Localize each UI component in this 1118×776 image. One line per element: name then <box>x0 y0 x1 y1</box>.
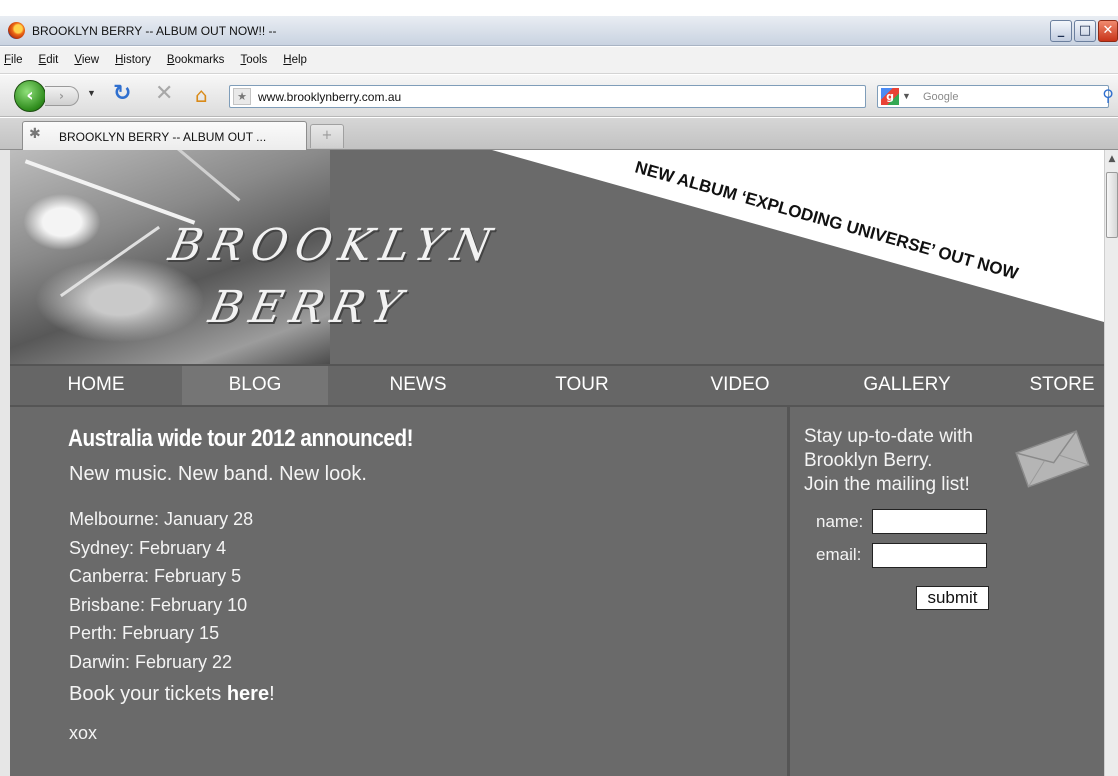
tour-date: Canberra: February 5 <box>69 566 242 586</box>
menu-edit[interactable]: Edit <box>39 54 59 66</box>
envelope-icon <box>1015 430 1090 488</box>
window-controls: _ □ ✕ <box>1050 20 1118 42</box>
search-bar[interactable]: g ▼ Google ⚲ <box>877 85 1114 108</box>
menu-help[interactable]: Help <box>283 54 307 66</box>
scrollbar-thumb[interactable] <box>1106 172 1118 238</box>
home-icon[interactable]: ⌂ <box>195 83 208 107</box>
window-titlebar: BROOKLYN BERRY -- ALBUM OUT NOW!! -- _ □… <box>0 16 1118 46</box>
tour-date: Perth: February 15 <box>69 623 220 643</box>
back-arrow-icon[interactable]: ‹ <box>14 80 46 112</box>
banner-strip <box>492 150 1104 322</box>
history-dropdown-icon[interactable]: ▼ <box>87 88 96 98</box>
nav-home[interactable]: HOME <box>10 366 182 405</box>
mailing-list-signup: Stay up-to-date with Brooklyn Berry. Joi… <box>790 407 1104 776</box>
nav-store[interactable]: STORE <box>1020 366 1104 405</box>
nav-news[interactable]: NEWS <box>348 366 488 405</box>
tour-date: Darwin: February 22 <box>69 651 233 672</box>
name-label: name: <box>816 512 864 531</box>
nav-blog[interactable]: BLOG <box>182 366 328 405</box>
search-engine-dropdown-icon[interactable]: ▼ <box>902 91 911 101</box>
tour-date: Melbourne: January 28 <box>69 509 254 529</box>
menu-bar: File Edit View History Bookmarks Tools H… <box>0 47 1118 74</box>
mailing-intro-line: Stay up-to-date with <box>804 426 973 447</box>
post-title: Australia wide tour 2012 announced! <box>68 425 414 452</box>
minimize-button[interactable]: _ <box>1050 20 1072 42</box>
tab-bar: ✱ BROOKLYN BERRY -- ALBUM OUT ... + <box>0 118 1118 150</box>
mailing-intro-line: Join the mailing list! <box>804 474 970 495</box>
menu-view[interactable]: View <box>74 54 99 66</box>
email-label: email: <box>816 545 862 564</box>
menu-file[interactable]: File <box>4 54 23 66</box>
maximize-button[interactable]: □ <box>1074 20 1096 42</box>
tour-date: Brisbane: February 10 <box>69 594 248 615</box>
tab-favicon-icon: ✱ <box>29 126 41 142</box>
mailing-intro-line: Brooklyn Berry. <box>804 450 933 471</box>
tickets-link[interactable]: here <box>227 683 269 705</box>
book-tickets-line: Book your tickets here! <box>69 683 275 706</box>
name-field[interactable] <box>872 509 987 534</box>
page-viewport: BROOKLYN BERRY NEW ALBUM ‘EXPLODING UNIV… <box>0 150 1104 776</box>
book-suffix: ! <box>269 683 275 705</box>
nav-tour[interactable]: TOUR <box>516 366 648 405</box>
google-icon[interactable]: g <box>881 88 899 105</box>
mailing-intro: Stay up-to-date with Brooklyn Berry. Joi… <box>804 425 1024 497</box>
forward-arrow-icon[interactable]: › <box>45 86 79 106</box>
tab-active[interactable]: ✱ BROOKLYN BERRY -- ALBUM OUT ... <box>22 121 307 150</box>
nav-gallery[interactable]: GALLERY <box>832 366 982 405</box>
tour-date: Sydney: February 4 <box>69 537 227 558</box>
scroll-up-icon[interactable]: ▲ <box>1106 152 1118 166</box>
post-subtitle: New music. New band. New look. <box>69 463 367 485</box>
submit-button[interactable]: submit <box>916 586 989 610</box>
window-title: BROOKLYN BERRY -- ALBUM OUT NOW!! -- <box>32 24 277 38</box>
menu-bookmarks[interactable]: Bookmarks <box>167 54 225 66</box>
nav-video[interactable]: VIDEO <box>670 366 810 405</box>
page-scrollbar[interactable]: ▲ <box>1104 150 1118 776</box>
reload-icon[interactable]: ↻ <box>113 81 131 106</box>
url-text[interactable]: www.brooklynberry.com.au <box>258 90 401 104</box>
address-bar[interactable]: ★ www.brooklynberry.com.au ◉ ★ ▼ <box>229 85 1090 109</box>
firefox-icon <box>8 22 25 39</box>
new-tab-button[interactable]: + <box>310 124 344 148</box>
site-main-nav: HOME BLOG NEWS TOUR VIDEO GALLERY STORE <box>10 364 1104 407</box>
post-signoff: xox <box>69 723 98 743</box>
close-button[interactable]: ✕ <box>1098 20 1118 42</box>
tour-dates-list: Melbourne: January 28 Sydney: February 4… <box>69 505 253 676</box>
magnifier-icon[interactable]: ⚲ <box>1102 86 1114 105</box>
menu-tools[interactable]: Tools <box>240 54 267 66</box>
navigation-toolbar: ‹ › ▼ ↻ ✕ ⌂ ★ www.brooklynberry.com.au ◉… <box>0 75 1118 117</box>
site-identity-icon[interactable]: ★ <box>233 88 251 105</box>
search-placeholder[interactable]: Google <box>923 91 958 103</box>
menu-history[interactable]: History <box>115 54 151 66</box>
album-banner[interactable]: NEW ALBUM ‘EXPLODING UNIVERSE’ OUT NOW <box>10 150 1104 364</box>
book-prefix: Book your tickets <box>69 683 227 705</box>
stop-icon[interactable]: ✕ <box>155 81 173 106</box>
tab-title[interactable]: BROOKLYN BERRY -- ALBUM OUT ... <box>59 130 266 144</box>
blog-post: Australia wide tour 2012 announced! New … <box>10 407 787 776</box>
email-field[interactable] <box>872 543 987 568</box>
